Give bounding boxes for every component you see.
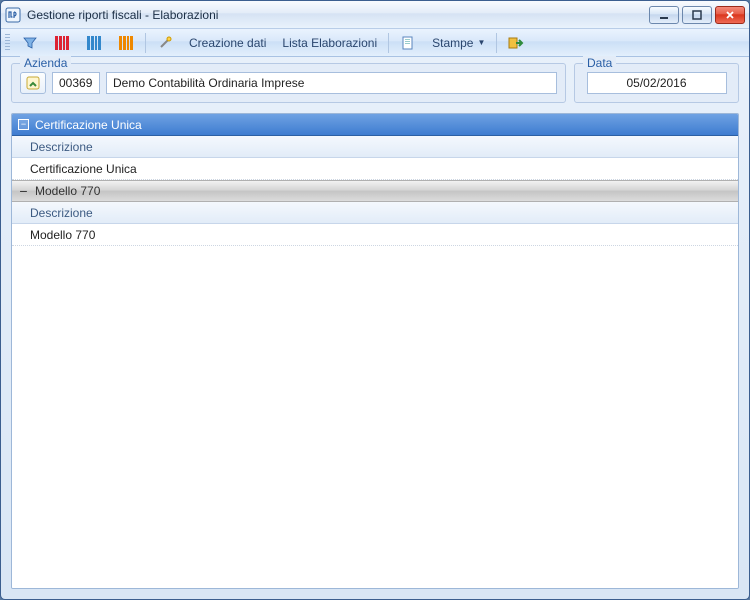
toolbar: Creazione dati Lista Elaborazioni Stampe… [1,29,749,57]
azienda-fieldset: Azienda 00369 Demo Contabilità Ordinaria… [11,63,566,103]
toolbar-btn-cal1[interactable] [47,32,77,54]
funnel-icon [22,35,38,51]
exit-icon [508,35,524,51]
minimize-button[interactable] [649,6,679,24]
data-legend: Data [583,56,616,70]
toolbar-label: Lista Elaborazioni [282,36,377,50]
toolbar-btn-filter[interactable] [15,32,45,54]
azienda-lookup-button[interactable] [20,72,46,94]
column-header: Descrizione [12,202,738,224]
data-fieldset: Data 05/02/2016 [574,63,739,103]
row-value: Certificazione Unica [30,162,137,176]
group-header-modello-770[interactable]: − Modello 770 [12,180,738,202]
row-value: Modello 770 [30,228,95,242]
toolbar-btn-cal2[interactable] [79,32,109,54]
toolbar-separator [145,33,146,53]
column-label: Descrizione [30,140,93,154]
toolbar-btn-stampe[interactable]: Stampe ▼ [425,32,492,54]
column-header: Descrizione [12,136,738,158]
calendar-month-icon [86,35,102,51]
toolbar-btn-exit[interactable] [501,32,531,54]
azienda-legend: Azienda [20,56,71,70]
grid-area: − Certificazione Unica Descrizione Certi… [11,113,739,589]
calendar-year-icon [118,35,134,51]
chevron-down-icon: ▼ [477,38,485,47]
collapse-icon: − [18,186,29,197]
toolbar-label: Stampe [432,36,473,50]
close-button[interactable] [715,6,745,24]
collapse-icon: − [18,119,29,130]
toolbar-separator [496,33,497,53]
page-icon [400,35,416,51]
toolbar-label: Creazione dati [189,36,266,50]
toolbar-grip-icon [5,34,10,52]
filter-header: Azienda 00369 Demo Contabilità Ordinaria… [1,57,749,109]
app-icon [5,7,21,23]
app-window: Gestione riporti fiscali - Elaborazioni [0,0,750,600]
table-row[interactable]: Certificazione Unica [12,158,738,180]
toolbar-separator [388,33,389,53]
table-row[interactable]: Modello 770 [12,224,738,246]
window-title: Gestione riporti fiscali - Elaborazioni [27,8,649,22]
data-value-input[interactable]: 05/02/2016 [587,72,727,94]
group-header-certificazione-unica[interactable]: − Certificazione Unica [12,114,738,136]
calendar-week-icon [54,35,70,51]
column-label: Descrizione [30,206,93,220]
wand-icon [157,35,173,51]
maximize-button[interactable] [682,6,712,24]
toolbar-btn-page[interactable] [393,32,423,54]
toolbar-btn-lista-elaborazioni[interactable]: Lista Elaborazioni [275,32,384,54]
grid-empty-area [12,246,738,588]
toolbar-btn-creazione-dati[interactable]: Creazione dati [182,32,273,54]
group-title: Certificazione Unica [35,118,142,132]
window-controls [649,6,745,24]
toolbar-btn-tool[interactable] [150,32,180,54]
toolbar-btn-cal3[interactable] [111,32,141,54]
group-title: Modello 770 [35,184,100,198]
azienda-name-input[interactable]: Demo Contabilità Ordinaria Imprese [106,72,557,94]
title-bar: Gestione riporti fiscali - Elaborazioni [1,1,749,29]
azienda-code-input[interactable]: 00369 [52,72,100,94]
